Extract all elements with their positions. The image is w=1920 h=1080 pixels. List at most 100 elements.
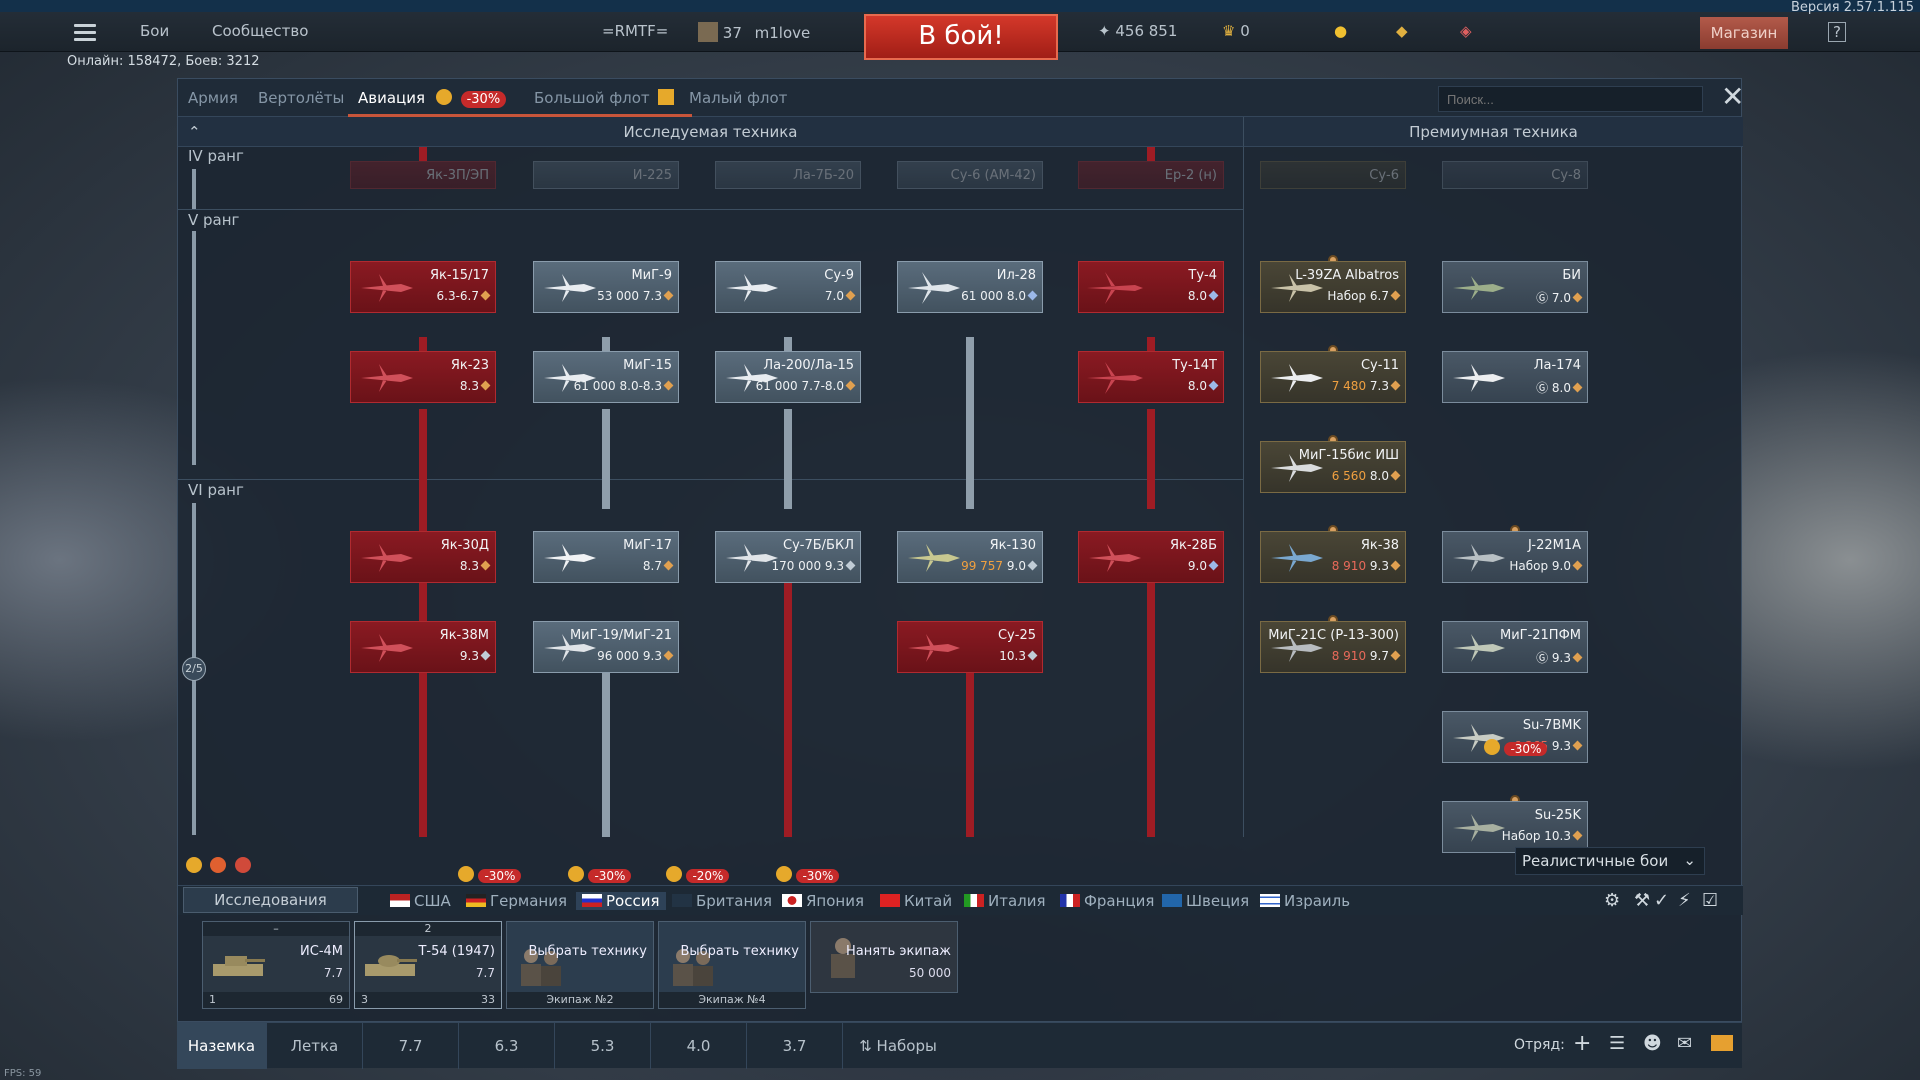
community-menu[interactable]: Сообщество bbox=[212, 22, 308, 40]
vehicle-card-su-7b[interactable]: Су-7Б/БКЛ 170 000 9.3 bbox=[715, 531, 861, 583]
nation-israel[interactable]: Израиль bbox=[1260, 892, 1350, 910]
vehicle-card[interactable]: Су-8 bbox=[1442, 161, 1588, 189]
vehicle-card[interactable]: Су-6 (АМ-42) bbox=[897, 161, 1043, 189]
gift-icon: Ⓖ bbox=[1536, 651, 1552, 665]
crew-slot-4[interactable]: Выбрать технику Экипаж №4 bbox=[658, 921, 806, 1009]
nation-sweden[interactable]: Швеция bbox=[1162, 892, 1249, 910]
wrench-icon[interactable]: ⚒ bbox=[1634, 890, 1650, 911]
usa-flag-icon bbox=[390, 894, 410, 907]
checkbox-icon[interactable]: ☑ bbox=[1702, 890, 1718, 911]
friends-icon[interactable]: ☻ bbox=[1643, 1033, 1662, 1054]
nation-britain[interactable]: Британия bbox=[672, 892, 772, 910]
crew-slot-1[interactable]: – ИС-4М 7.7 1 69 bbox=[202, 921, 350, 1009]
golden-eagles-balance[interactable]: ♛ 0 bbox=[1222, 22, 1250, 40]
battlepass-icon[interactable]: ◆ bbox=[1396, 22, 1408, 40]
hire-crew-slot[interactable]: Нанять экипаж 50 000 bbox=[810, 921, 958, 993]
nation-china[interactable]: Китай bbox=[880, 892, 952, 910]
vehicle-card-tu-14t[interactable]: Ту-14Т 8.0 bbox=[1078, 351, 1224, 403]
vehicle-card-yak-23[interactable]: Як-23 8.3 bbox=[350, 351, 496, 403]
player-profile[interactable]: 37 m1love bbox=[698, 22, 810, 42]
to-battle-button[interactable]: В бой! bbox=[864, 14, 1058, 60]
repair-all-icon[interactable]: ⚡ bbox=[1678, 890, 1691, 911]
vehicle-card-mig-15bis-ish[interactable]: МиГ-15бис ИШ 6 560 8.0 bbox=[1260, 441, 1406, 493]
preset-br[interactable]: 4.0 bbox=[651, 1023, 747, 1069]
vehicle-card-su-25k[interactable]: Su-25K Набор 10.3 bbox=[1442, 801, 1588, 853]
nation-russia[interactable]: Россия bbox=[576, 892, 666, 910]
battles-menu[interactable]: Бои bbox=[140, 22, 169, 40]
chat-icon[interactable]: ✉ bbox=[1677, 1033, 1692, 1054]
rank-5-label[interactable]: V ранг bbox=[188, 211, 239, 229]
rank-6-label[interactable]: VI ранг bbox=[188, 481, 244, 499]
mail-icon[interactable] bbox=[1711, 1035, 1733, 1051]
preset-br[interactable]: 6.3 bbox=[459, 1023, 555, 1069]
collapse-icon[interactable]: ⌃ bbox=[188, 117, 201, 147]
vehicle-card-mig-21pfm[interactable]: МиГ-21ПФМ Ⓖ 9.3 bbox=[1442, 621, 1588, 673]
vehicle-card-il-28[interactable]: Ил-28 61 000 8.0 bbox=[897, 261, 1043, 313]
nation-italy[interactable]: Италия bbox=[964, 892, 1046, 910]
research-button[interactable]: Исследования bbox=[183, 887, 358, 913]
vehicle-card-j-22m1a[interactable]: J-22М1А Набор 9.0 bbox=[1442, 531, 1588, 583]
menu-icon[interactable] bbox=[74, 24, 96, 41]
vehicle-card-su-9[interactable]: Су-9 7.0 bbox=[715, 261, 861, 313]
silver-balance[interactable]: ✦ 456 851 bbox=[1098, 22, 1177, 40]
help-button[interactable]: ? bbox=[1828, 22, 1846, 42]
gear-icon[interactable]: ⚙ bbox=[1604, 890, 1620, 911]
lightbulb-icon[interactable]: ● bbox=[1334, 22, 1347, 40]
nation-france[interactable]: Франция bbox=[1060, 892, 1154, 910]
vehicle-card[interactable]: Ла-7Б-20 bbox=[715, 161, 861, 189]
tab-coastal-fleet[interactable]: Малый флот bbox=[689, 89, 787, 107]
nation-japan[interactable]: Япония bbox=[782, 892, 864, 910]
vehicle-card-yak-38m[interactable]: Як-38М 9.3 bbox=[350, 621, 496, 673]
vehicle-card-mig-15[interactable]: МиГ-15 61 000 8.0-8.3 bbox=[533, 351, 679, 403]
shop-button[interactable]: Магазин bbox=[1700, 17, 1788, 49]
vehicle-card-tu-4[interactable]: Ту-4 8.0 bbox=[1078, 261, 1224, 313]
vehicle-card-yak-15[interactable]: Як-15/17 6.3-6.7 bbox=[350, 261, 496, 313]
crew-slot-2[interactable]: 2 Т-54 (1947) 7.7 3 33 bbox=[354, 921, 502, 1009]
avatar bbox=[698, 22, 718, 42]
preset-br[interactable]: 3.7 bbox=[747, 1023, 843, 1069]
coupon-icon[interactable]: ◈ bbox=[1460, 22, 1472, 40]
tab-aviation[interactable]: Авиация -30% bbox=[358, 89, 507, 108]
vehicle-card[interactable]: Су-6 bbox=[1260, 161, 1406, 189]
checkmark-icon[interactable]: ✓ bbox=[1654, 890, 1669, 911]
vehicle-card-yak-38[interactable]: Як-38 8 910 9.3 bbox=[1260, 531, 1406, 583]
search-input[interactable] bbox=[1438, 86, 1703, 112]
vehicle-card-bi[interactable]: БИ Ⓖ 7.0 bbox=[1442, 261, 1588, 313]
preset-ground[interactable]: Наземка bbox=[177, 1023, 267, 1069]
preset-br[interactable]: 7.7 bbox=[363, 1023, 459, 1069]
list-icon[interactable]: ☰ bbox=[1609, 1033, 1625, 1054]
rank-5-line bbox=[192, 231, 196, 465]
tab-bluewater-fleet[interactable]: Большой флот bbox=[534, 89, 675, 107]
sets-button[interactable]: ⇅ Наборы bbox=[843, 1023, 953, 1069]
vehicle-card[interactable]: Як-3П/ЭП bbox=[350, 161, 496, 189]
event-icons[interactable] bbox=[186, 857, 251, 875]
tab-helicopters[interactable]: Вертолёты bbox=[258, 89, 344, 107]
vehicle-card-su-11[interactable]: Су-11 7 480 7.3 bbox=[1260, 351, 1406, 403]
vehicle-card-mig-21c[interactable]: МиГ-21С (Р-13-300) 8 910 9.7 bbox=[1260, 621, 1406, 673]
vehicle-card-yak-28b[interactable]: Як-28Б 9.0 bbox=[1078, 531, 1224, 583]
crew-slot-3[interactable]: Выбрать технику Экипаж №2 bbox=[506, 921, 654, 1009]
vehicle-card[interactable]: Ер-2 (н) bbox=[1078, 161, 1224, 189]
preset-air[interactable]: Летка bbox=[267, 1023, 363, 1069]
japan-flag-icon bbox=[782, 894, 802, 907]
nation-germany[interactable]: Германия bbox=[466, 892, 567, 910]
vehicle-card-l-39za[interactable]: L-39ZA Albatros Набор 6.7 bbox=[1260, 261, 1406, 313]
close-icon[interactable]: ✕ bbox=[1721, 83, 1744, 111]
add-squad-icon[interactable]: + bbox=[1573, 1031, 1591, 1056]
vehicle-card-la-200[interactable]: Ла-200/Ла-15 61 000 7.7-8.0 bbox=[715, 351, 861, 403]
vehicle-card[interactable]: И-225 bbox=[533, 161, 679, 189]
tab-army[interactable]: Армия bbox=[188, 89, 238, 107]
vehicle-card-mig-9[interactable]: МиГ-9 53 000 7.3 bbox=[533, 261, 679, 313]
nation-usa[interactable]: США bbox=[390, 892, 451, 910]
rank-4-label[interactable]: IV ранг bbox=[188, 147, 244, 165]
preset-br[interactable]: 5.3 bbox=[555, 1023, 651, 1069]
game-mode-select[interactable]: Реалистичные бои ⌄ bbox=[1515, 847, 1705, 875]
vehicle-card-mig-17[interactable]: МиГ-17 8.7 bbox=[533, 531, 679, 583]
aircraft-icon bbox=[361, 274, 413, 302]
vehicle-card-su-25[interactable]: Су-25 10.3 bbox=[897, 621, 1043, 673]
vehicle-card-yak-130[interactable]: Як-130 99 757 9.0 bbox=[897, 531, 1043, 583]
vehicle-card-mig-19[interactable]: МиГ-19/МиГ-21 96 000 9.3 bbox=[533, 621, 679, 673]
vehicle-card-yak-30d[interactable]: Як-30Д 8.3 bbox=[350, 531, 496, 583]
vehicle-card-la-174[interactable]: Ла-174 Ⓖ 8.0 bbox=[1442, 351, 1588, 403]
aircraft-icon bbox=[361, 364, 413, 392]
